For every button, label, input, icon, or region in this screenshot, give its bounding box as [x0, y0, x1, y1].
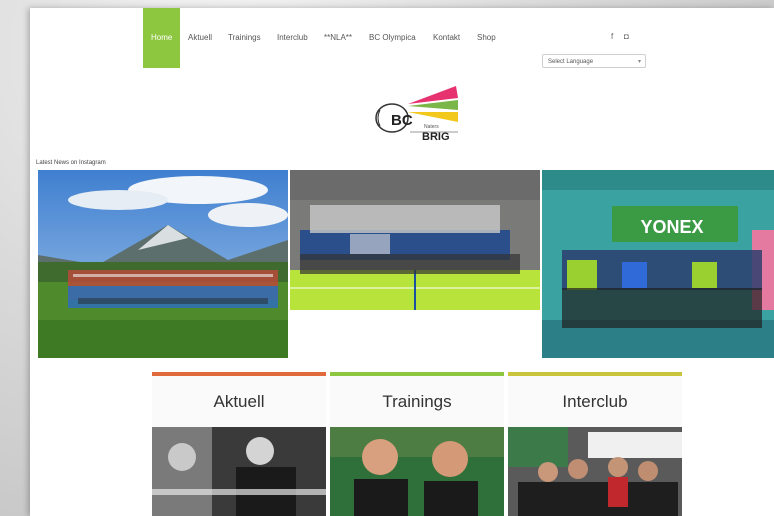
nav-item-aktuell[interactable]: Aktuell	[188, 8, 212, 68]
nav-item-shop[interactable]: Shop	[477, 8, 496, 68]
nav-item-bc-olympica[interactable]: BC Olympica	[369, 8, 416, 68]
card-title: Trainings	[330, 376, 504, 427]
card-title: Interclub	[508, 376, 682, 427]
card-image	[152, 427, 326, 516]
card-trainings[interactable]: Trainings	[330, 372, 504, 516]
nav-item-nla[interactable]: **NLA**	[324, 8, 352, 68]
nav-item-home[interactable]: Home	[143, 8, 180, 68]
logo-text-tag: Naters	[424, 124, 439, 130]
card-image	[508, 427, 682, 516]
card-interclub[interactable]: Interclub	[508, 372, 682, 516]
nav-item-interclub[interactable]: Interclub	[277, 8, 308, 68]
card-image	[330, 427, 504, 516]
chevron-down-icon: ▾	[637, 59, 641, 65]
instagram-photo-3[interactable]: YONEX	[542, 170, 774, 358]
nav-item-trainings[interactable]: Trainings	[228, 8, 261, 68]
main-nav: Home Aktuell Trainings Interclub **NLA**…	[30, 8, 774, 68]
instagram-icon[interactable]: ◘	[624, 32, 629, 41]
language-select-value: Select Language	[548, 59, 594, 65]
nav-item-kontakt[interactable]: Kontakt	[433, 8, 460, 68]
page: Home Aktuell Trainings Interclub **NLA**…	[30, 8, 774, 516]
logo-text-brig: BRIG	[422, 131, 450, 143]
yonex-banner-text: YONEX	[640, 217, 703, 237]
facebook-icon[interactable]: f	[611, 32, 613, 41]
card-title: Aktuell	[152, 376, 326, 427]
instagram-photo-2[interactable]	[290, 170, 540, 310]
club-logo[interactable]: BC BRIG Naters	[370, 82, 462, 154]
logo-text-bc: BC	[391, 112, 413, 129]
instagram-photo-1[interactable]	[38, 170, 288, 358]
instagram-feed-label: Latest News on Instagram	[36, 160, 106, 166]
language-select[interactable]: Select Language ▾	[542, 54, 646, 68]
card-aktuell[interactable]: Aktuell	[152, 372, 326, 516]
